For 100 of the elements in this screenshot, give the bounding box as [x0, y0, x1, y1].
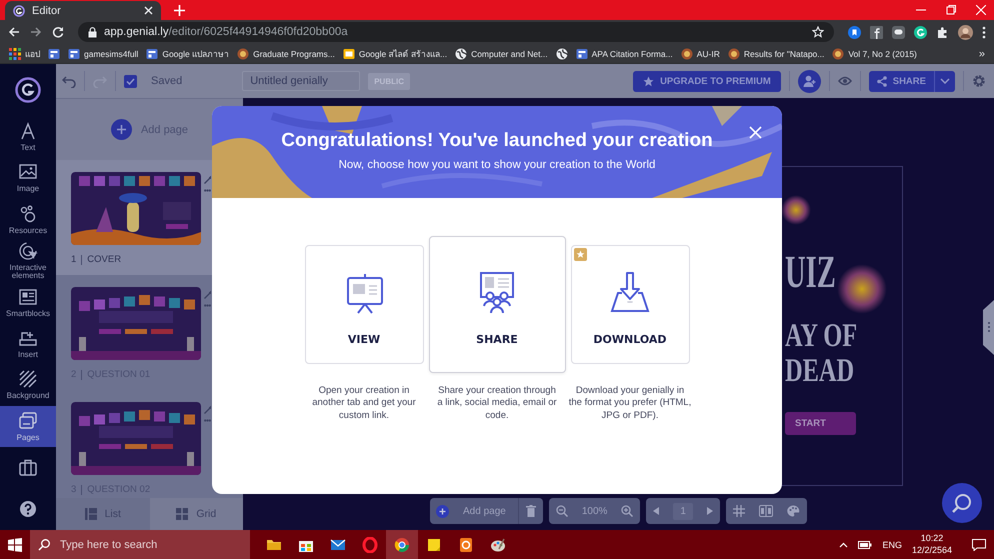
star-icon [643, 76, 654, 86]
search-icon [38, 538, 50, 550]
bookmark[interactable]: Vol 7, No 2 (2015) [832, 48, 917, 60]
circles-icon [18, 204, 38, 224]
language-indicator[interactable]: ENG [882, 540, 902, 550]
search-field[interactable]: Type here to search [30, 530, 250, 559]
rail-item[interactable]: Smartblocks [0, 282, 56, 324]
zoom-out-icon[interactable] [556, 505, 568, 517]
rail-item[interactable]: Image [0, 157, 56, 199]
option-card[interactable]: DOWNLOAD [570, 245, 690, 364]
avatar-icon[interactable] [958, 24, 973, 40]
option-description: Download your genially in the format you prefer (HTML, JPG or PDF). [568, 385, 692, 422]
star-icon[interactable] [812, 26, 824, 38]
more-icon[interactable] [204, 189, 211, 192]
rail-item[interactable]: Resources [0, 198, 56, 240]
globe-icon[interactable] [556, 48, 568, 60]
dialog-title: Congratulations! You've launched your creation [281, 130, 713, 152]
option-card[interactable]: VIEW [304, 245, 424, 364]
close-icon[interactable] [144, 6, 153, 15]
favicon-icon [576, 48, 588, 60]
start-button[interactable]: START [785, 412, 856, 435]
plus-icon[interactable] [174, 5, 185, 16]
title-field[interactable]: Untitled genially [242, 71, 360, 91]
browser-icon[interactable] [394, 536, 410, 552]
share-icon [876, 76, 887, 86]
ring-icon[interactable] [362, 536, 378, 552]
title-text: DEAD [785, 355, 854, 388]
hash-icon[interactable] [732, 505, 745, 517]
puzzle-icon[interactable] [936, 26, 949, 38]
presentation-icon [477, 271, 517, 315]
bookmark[interactable]: Google สไลด์ สร้างแล... [342, 46, 448, 60]
grammar-icon[interactable] [914, 26, 927, 38]
mail-icon[interactable] [330, 536, 346, 552]
layout-icon [18, 286, 38, 307]
f-square-icon[interactable] [870, 26, 883, 38]
bookmark[interactable]: Graduate Programs... [237, 48, 335, 60]
notification-icon[interactable] [972, 538, 986, 550]
document-icon[interactable] [458, 536, 474, 552]
stripes-icon [18, 369, 38, 390]
browser-tab[interactable]: Editor [5, 1, 161, 20]
restore-icon[interactable] [946, 5, 956, 15]
cursor-icon [18, 241, 38, 262]
bookmark[interactable]: แอป [9, 46, 40, 60]
bookmark[interactable]: gamesims4full [68, 48, 138, 60]
easel-icon [344, 271, 384, 315]
rail-item[interactable]: Interactive elements [0, 240, 56, 282]
page-name: COVER [87, 254, 122, 265]
eye-icon[interactable] [838, 76, 852, 86]
chevron-up-icon[interactable] [839, 542, 848, 548]
wand-icon[interactable] [204, 176, 211, 184]
page-number: 1 [71, 254, 76, 265]
menu-icon[interactable] [982, 26, 986, 38]
split-icon[interactable] [758, 505, 773, 517]
help-icon [18, 499, 38, 520]
zoom-in-icon[interactable] [621, 505, 634, 517]
bookmark[interactable]: APA Citation Forma... [576, 48, 673, 60]
logo-icon[interactable] [15, 77, 41, 103]
favicon-icon[interactable] [48, 48, 60, 60]
next-icon[interactable] [706, 507, 713, 515]
rail-item[interactable]: Text [0, 116, 56, 158]
back-icon[interactable] [8, 26, 20, 38]
reload-icon[interactable] [52, 26, 64, 38]
option-description: Share your creation through a link, social media, email or code. [436, 385, 558, 422]
briefcase-icon [18, 458, 38, 478]
rail-item[interactable]: Pages [0, 406, 56, 448]
saved-checkbox[interactable] [124, 74, 137, 88]
rail-item[interactable]: Background [0, 364, 56, 406]
note-icon[interactable] [426, 536, 442, 552]
apps-icon [9, 48, 21, 60]
battery-icon[interactable] [858, 540, 872, 548]
overflow-chevron[interactable]: » [978, 48, 985, 60]
bookmark[interactable]: Results for "Natapo... [728, 48, 824, 60]
forward-icon[interactable] [30, 26, 42, 38]
previous-icon[interactable] [653, 507, 660, 515]
bookmark[interactable]: Computer and Net... [455, 48, 548, 60]
gear-icon[interactable] [972, 74, 986, 88]
add-user-button[interactable] [798, 70, 821, 92]
favicon-icon [68, 48, 80, 60]
grid-icon [176, 508, 188, 520]
search-icon [951, 492, 973, 514]
chat-icon[interactable] [892, 26, 905, 38]
rail-item[interactable]: Insert [0, 323, 56, 364]
plus-icon [116, 125, 126, 134]
list-icon [84, 508, 97, 520]
windows-icon[interactable] [8, 538, 22, 552]
close-button[interactable] [749, 126, 762, 139]
favicon-icon [146, 48, 158, 60]
close-icon [749, 126, 762, 139]
undo-icon[interactable] [62, 74, 76, 88]
search-button[interactable] [942, 483, 982, 523]
option-card[interactable]: SHARE [428, 236, 566, 373]
address-bar[interactable]: app.genial.ly/editor/6025f44914946f0fd20bb00a [78, 22, 834, 42]
caret-icon[interactable] [940, 78, 950, 84]
bookmark[interactable]: AU-IR [680, 48, 720, 60]
bookmark[interactable]: Google แปลภาษา [146, 46, 230, 60]
trash-icon[interactable] [526, 505, 536, 517]
bookmark-icon[interactable] [848, 26, 861, 38]
title-text: UIZ [785, 249, 836, 295]
plus-circle-icon [436, 504, 449, 518]
palette-icon[interactable] [490, 536, 506, 552]
